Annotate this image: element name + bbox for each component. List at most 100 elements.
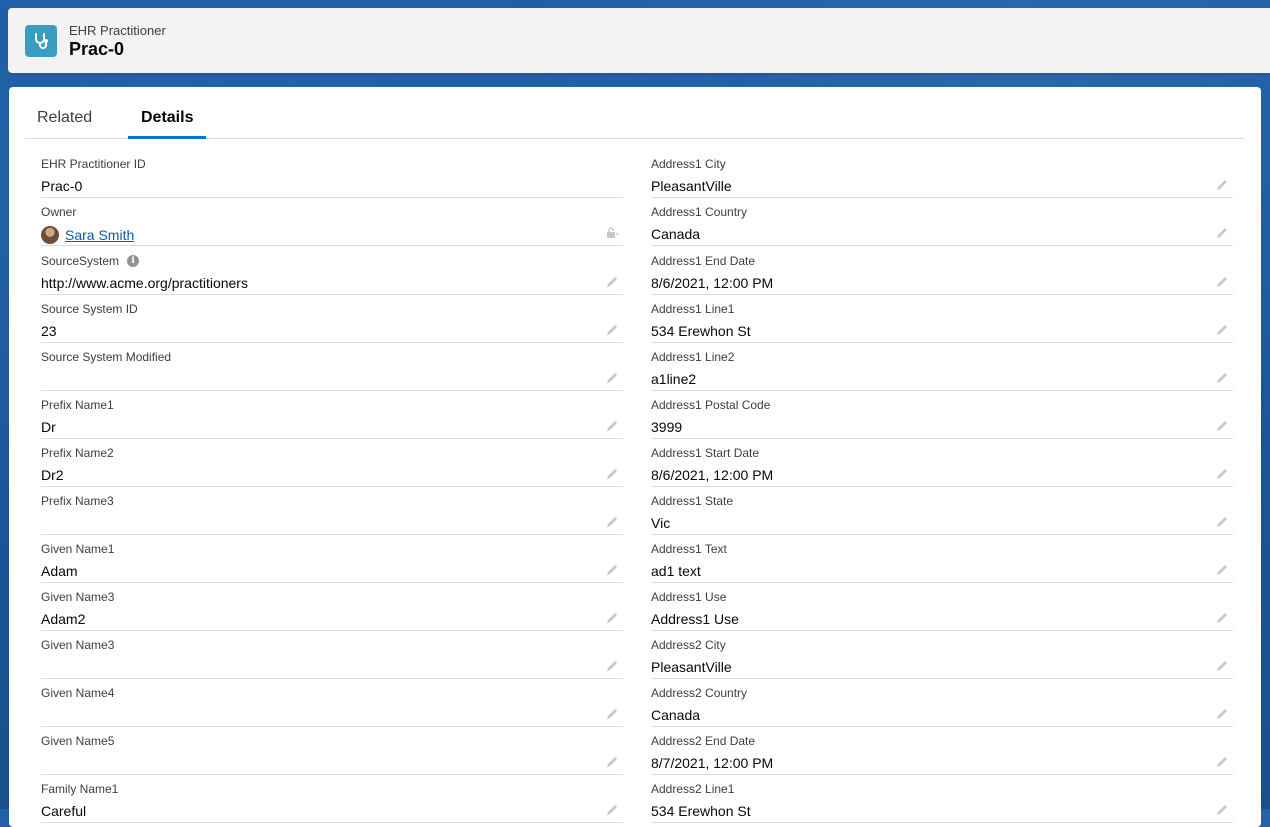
pencil-icon[interactable] xyxy=(605,563,619,577)
pencil-icon[interactable] xyxy=(605,611,619,625)
field-given-name3: Given Name3 Adam2 xyxy=(41,583,623,631)
pencil-icon[interactable] xyxy=(1215,275,1229,289)
pencil-icon[interactable] xyxy=(1215,803,1229,817)
field-value: 534 Erewhon St xyxy=(651,323,751,339)
field-given-name1: Given Name1 Adam xyxy=(41,535,623,583)
field-address2-line1: Address2 Line1 534 Erewhon St xyxy=(651,775,1233,823)
pencil-icon[interactable] xyxy=(605,659,619,673)
record-title: Prac-0 xyxy=(69,39,125,59)
pencil-icon[interactable] xyxy=(1215,323,1229,337)
field-value: 8/6/2021, 12:00 PM xyxy=(651,467,774,483)
tab-bar: Related Details xyxy=(25,87,1245,139)
field-given-name5: Given Name5 xyxy=(41,727,623,775)
field-label: Address2 Line1 xyxy=(651,782,735,796)
field-address1-use: Address1 Use Address1 Use xyxy=(651,583,1233,631)
pencil-icon[interactable] xyxy=(1215,515,1229,529)
pencil-icon[interactable] xyxy=(605,803,619,817)
tab-details[interactable]: Details xyxy=(141,109,193,127)
pencil-icon[interactable] xyxy=(1215,178,1229,192)
pencil-icon[interactable] xyxy=(1215,226,1229,240)
pencil-icon[interactable] xyxy=(605,755,619,769)
field-address1-city: Address1 City PleasantVille xyxy=(651,150,1233,198)
pencil-icon[interactable] xyxy=(1215,755,1229,769)
field-value: Prac-0 xyxy=(41,178,83,194)
field-label: Address2 City xyxy=(651,638,726,652)
field-label: Address1 Line2 xyxy=(651,350,735,364)
pencil-icon[interactable] xyxy=(605,467,619,481)
info-icon[interactable]: i xyxy=(127,255,140,267)
pencil-icon[interactable] xyxy=(1215,659,1229,673)
field-label: Address1 Use xyxy=(651,590,727,604)
pencil-icon[interactable] xyxy=(1215,467,1229,481)
field-source-system-id: Source System ID 23 xyxy=(41,295,623,343)
field-given-name3-b: Given Name3 xyxy=(41,631,623,679)
field-label: Given Name5 xyxy=(41,734,115,748)
field-value: PleasantVille xyxy=(651,659,732,675)
pencil-icon[interactable] xyxy=(1215,371,1229,385)
field-value: Canada xyxy=(651,226,701,242)
field-address1-end-date: Address1 End Date 8/6/2021, 12:00 PM xyxy=(651,247,1233,295)
field-address1-text: Address1 Text ad1 text xyxy=(651,535,1233,583)
pencil-icon[interactable] xyxy=(605,275,619,289)
field-value: Dr2 xyxy=(41,467,64,483)
field-address1-state: Address1 State Vic xyxy=(651,487,1233,535)
object-type-label: EHR Practitioner xyxy=(69,23,166,38)
field-value: 8/7/2021, 12:00 PM xyxy=(651,755,774,771)
field-label: Prefix Name1 xyxy=(41,398,114,412)
field-label: Owner xyxy=(41,205,77,219)
field-label: Address1 End Date xyxy=(651,254,756,268)
field-value: ad1 text xyxy=(651,563,701,579)
field-value: PleasantVille xyxy=(651,178,732,194)
field-label: Source System ID xyxy=(41,302,138,316)
field-value: http://www.acme.org/practitioners xyxy=(41,275,248,291)
field-label: Family Name1 xyxy=(41,782,119,796)
field-value: a1line2 xyxy=(651,371,697,387)
pencil-icon[interactable] xyxy=(605,707,619,721)
field-address2-city: Address2 City PleasantVille xyxy=(651,631,1233,679)
tab-related[interactable]: Related xyxy=(37,109,92,127)
field-label: Address1 City xyxy=(651,157,726,171)
field-value: Adam xyxy=(41,563,78,579)
field-label: SourceSystem xyxy=(41,254,120,268)
field-label: Given Name3 xyxy=(41,638,115,652)
field-label: Address1 Country xyxy=(651,205,748,219)
field-label: Address1 Line1 xyxy=(651,302,735,316)
field-label: Given Name3 xyxy=(41,590,115,604)
field-value: 8/6/2021, 12:00 PM xyxy=(651,275,774,291)
field-label: Address2 Country xyxy=(651,686,748,700)
field-address1-country: Address1 Country Canada xyxy=(651,198,1233,246)
field-label: Address1 Postal Code xyxy=(651,398,771,412)
field-value: 3999 xyxy=(651,419,683,435)
field-value: Vic xyxy=(651,515,671,531)
field-value: Canada xyxy=(651,707,701,723)
field-label: Given Name1 xyxy=(41,542,115,556)
pencil-icon[interactable] xyxy=(1215,419,1229,433)
field-label: Address1 State xyxy=(651,494,734,508)
field-value: Adam2 xyxy=(41,611,86,627)
pencil-icon[interactable] xyxy=(605,323,619,337)
field-address1-line1: Address1 Line1 534 Erewhon St xyxy=(651,295,1233,343)
field-prefix-name3: Prefix Name3 xyxy=(41,487,623,535)
field-prefix-name1: Prefix Name1 Dr xyxy=(41,391,623,439)
field-label: Prefix Name2 xyxy=(41,446,114,460)
field-value: Address1 Use xyxy=(651,611,739,627)
pencil-icon[interactable] xyxy=(1215,563,1229,577)
field-source-system: SourceSystem i http://www.acme.org/pract… xyxy=(41,247,623,295)
field-address1-postal-code: Address1 Postal Code 3999 xyxy=(651,391,1233,439)
field-value: 23 xyxy=(41,323,57,339)
pencil-icon[interactable] xyxy=(605,419,619,433)
field-address1-line2: Address1 Line2 a1line2 xyxy=(651,343,1233,391)
field-source-system-modified: Source System Modified xyxy=(41,343,623,391)
owner-link[interactable]: Sara Smith xyxy=(65,227,134,243)
field-label: Source System Modified xyxy=(41,350,172,364)
pencil-icon[interactable] xyxy=(1215,707,1229,721)
details-card: Related Details EHR Practitioner ID Prac… xyxy=(9,87,1261,827)
stethoscope-icon xyxy=(25,25,57,57)
field-ehr-practitioner-id: EHR Practitioner ID Prac-0 xyxy=(41,150,623,198)
field-address1-start-date: Address1 Start Date 8/6/2021, 12:00 PM xyxy=(651,439,1233,487)
pencil-icon[interactable] xyxy=(1215,611,1229,625)
change-owner-icon[interactable] xyxy=(605,226,619,240)
pencil-icon[interactable] xyxy=(605,515,619,529)
field-label: Address1 Text xyxy=(651,542,727,556)
pencil-icon[interactable] xyxy=(605,371,619,385)
